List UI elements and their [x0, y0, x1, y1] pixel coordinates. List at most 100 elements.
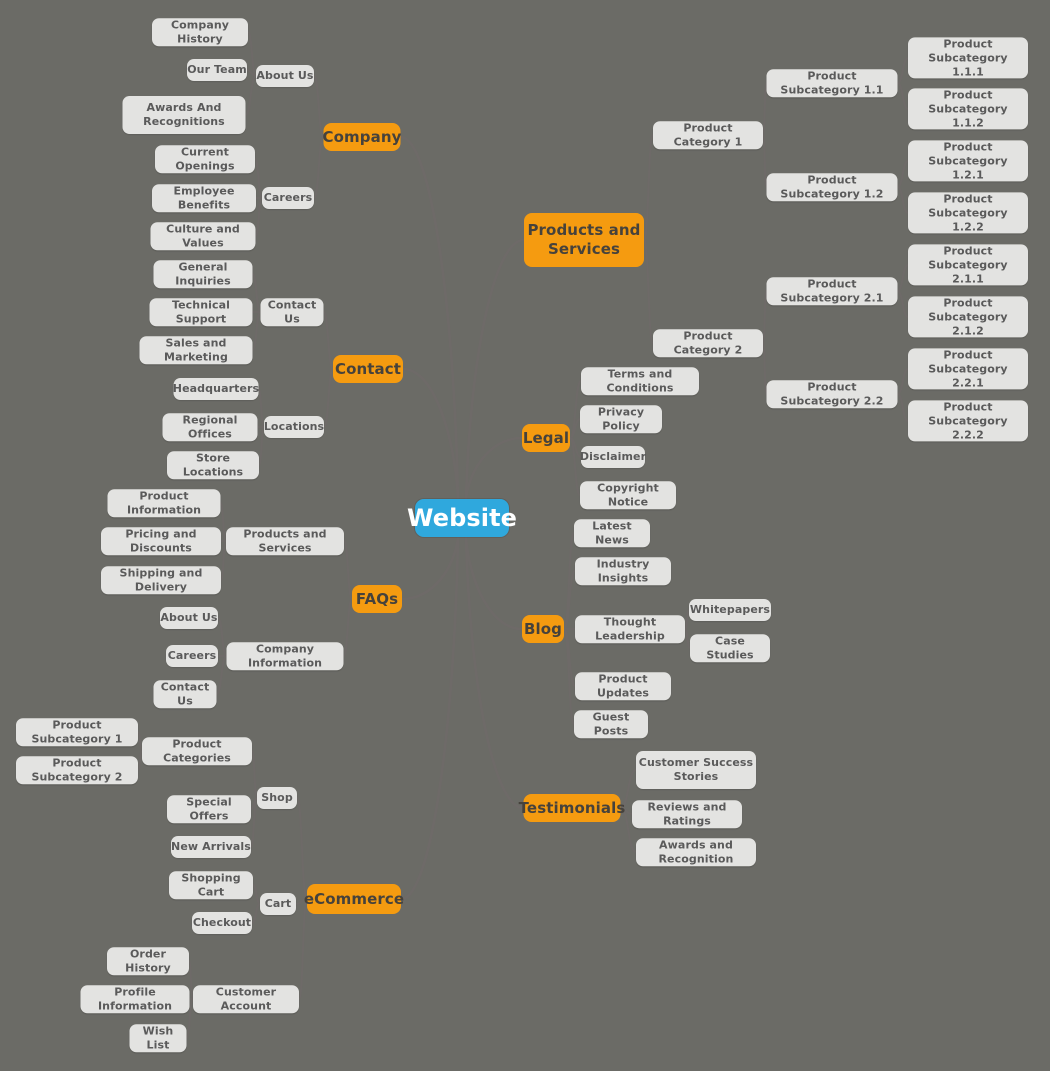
connector-cart-to-checkout — [251, 903, 261, 924]
mindmap-node-profile-information[interactable]: Profile Information — [80, 985, 190, 1013]
mindmap-node-faq-about-us[interactable]: About Us — [160, 607, 218, 629]
connector-faqs-to-faq-products-and-services — [343, 540, 353, 600]
mindmap-node-faq-products-and-services[interactable]: Products and Services — [226, 527, 344, 555]
mindmap-node-product-subcategory-2-2-1[interactable]: Product Subcategory 2.2.1 — [908, 348, 1028, 390]
mindmap-node-awards-and-recognitions[interactable]: Awards And Recognitions — [122, 96, 246, 134]
mindmap-node-shopping-cart[interactable]: Shopping Cart — [169, 871, 253, 899]
mindmap-node-employee-benefits[interactable]: Employee Benefits — [152, 184, 256, 212]
mindmap-node-whitepapers[interactable]: Whitepapers — [689, 599, 771, 621]
mindmap-node-contact[interactable]: Contact — [333, 355, 403, 383]
mindmap-node-product-subcategory-1-2-2[interactable]: Product Subcategory 1.2.2 — [908, 192, 1028, 234]
mindmap-node-latest-news[interactable]: Latest News — [574, 519, 650, 547]
mindmap-node-culture-and-values[interactable]: Culture and Values — [150, 222, 256, 250]
mindmap-node-our-team[interactable]: Our Team — [187, 59, 247, 81]
connector-contact-us-to-general-inquiries — [251, 273, 262, 313]
mindmap-node-cart[interactable]: Cart — [260, 893, 296, 915]
connector-product-subcategory-2-1-to-product-subcategory-2-1-1 — [896, 264, 909, 292]
mindmap-node-disclaimer[interactable]: Disclaimer — [580, 446, 646, 468]
mindmap-node-technical-support[interactable]: Technical Support — [149, 298, 253, 326]
mindmap-node-privacy-policy[interactable]: Privacy Policy — [580, 405, 662, 433]
mindmap-node-blog[interactable]: Blog — [522, 615, 564, 643]
connector-product-subcategory-1-2-to-product-subcategory-1-2-2 — [896, 186, 909, 214]
mindmap-node-product-subcategory-2[interactable]: Product Subcategory 2 — [16, 756, 138, 784]
mindmap-node-about-us[interactable]: About Us — [256, 65, 314, 87]
connector-contact-us-to-sales-and-marketing — [251, 311, 262, 351]
connector-cart-to-shopping-cart — [252, 884, 261, 905]
mindmap-node-ecommerce[interactable]: eCommerce — [304, 884, 404, 914]
mindmap-node-product-subcategory-1-2-1[interactable]: Product Subcategory 1.2.1 — [908, 140, 1028, 182]
mindmap-node-industry-insights[interactable]: Industry Insights — [575, 557, 671, 585]
mindmap-node-headquarters[interactable]: Headquarters — [173, 378, 259, 400]
mindmap-node-product-subcategory-2-1-1[interactable]: Product Subcategory 2.1.1 — [908, 244, 1028, 286]
mindmap-node-product-subcategory-2-2-2[interactable]: Product Subcategory 2.2.2 — [908, 400, 1028, 442]
mindmap-node-reviews-and-ratings[interactable]: Reviews and Ratings — [632, 800, 742, 828]
mindmap-node-new-arrivals[interactable]: New Arrivals — [171, 836, 251, 858]
mindmap-node-copyright-notice[interactable]: Copyright Notice — [580, 481, 676, 509]
connector-product-subcategory-1-2-to-product-subcategory-1-2-1 — [896, 160, 909, 188]
mindmap-node-testimonials[interactable]: Testimonials — [519, 794, 625, 822]
mindmap-node-current-openings[interactable]: Current Openings — [155, 145, 255, 173]
connector-root-to-company — [399, 135, 460, 501]
mindmap-canvas: Website Company About Us Company History Our… — [0, 0, 1050, 1071]
mindmap-node-faq-contact-us[interactable]: Contact Us — [153, 680, 217, 708]
mindmap-node-locations[interactable]: Locations — [264, 416, 324, 438]
connector-careers-to-culture-and-values — [254, 197, 263, 237]
mindmap-node-shipping-and-delivery[interactable]: Shipping and Delivery — [101, 566, 221, 594]
connector-blog-to-latest-news — [563, 532, 575, 630]
mindmap-node-customer-success-stories[interactable]: Customer Success Stories — [636, 751, 756, 789]
connector-company-information-to-faq-contact-us — [215, 655, 228, 695]
mindmap-node-regional-offices[interactable]: Regional Offices — [162, 413, 258, 441]
connector-shop-to-new-arrivals — [250, 797, 258, 848]
mindmap-node-products-and-services[interactable]: Products and Services — [524, 213, 644, 267]
mindmap-node-general-inquiries[interactable]: General Inquiries — [153, 260, 253, 288]
mindmap-node-product-subcategory-2-1[interactable]: Product Subcategory 2.1 — [766, 277, 898, 305]
connector-ecommerce-to-customer-account — [298, 898, 308, 1000]
mindmap-node-pricing-and-discounts[interactable]: Pricing and Discounts — [101, 527, 221, 555]
connector-root-to-ecommerce — [399, 535, 460, 901]
mindmap-node-awards-and-recognition[interactable]: Awards and Recognition — [636, 838, 756, 866]
mindmap-node-sales-and-marketing[interactable]: Sales and Marketing — [139, 336, 253, 364]
connector-blog-to-guest-posts — [563, 628, 575, 725]
connector-root-to-testimonials — [464, 535, 525, 810]
connector-root-to-legal — [464, 436, 524, 501]
mindmap-node-order-history[interactable]: Order History — [107, 947, 189, 975]
mindmap-node-faqs[interactable]: FAQs — [352, 585, 402, 613]
mindmap-node-root[interactable]: Website — [407, 499, 517, 537]
mindmap-node-thought-leadership[interactable]: Thought Leadership — [575, 615, 685, 643]
mindmap-node-product-updates[interactable]: Product Updates — [575, 672, 671, 700]
connector-root-to-products-and-services — [464, 238, 526, 501]
connector-legal-to-copyright-notice — [569, 437, 581, 496]
mindmap-node-product-categories[interactable]: Product Categories — [142, 737, 252, 765]
mindmap-node-terms-and-conditions[interactable]: Terms and Conditions — [581, 367, 699, 395]
mindmap-node-guest-posts[interactable]: Guest Posts — [574, 710, 648, 738]
mindmap-node-product-information[interactable]: Product Information — [107, 489, 221, 517]
mindmap-node-company-history[interactable]: Company History — [152, 18, 248, 46]
connector-root-to-contact — [401, 367, 460, 501]
mindmap-node-product-subcategory-1-1-2[interactable]: Product Subcategory 1.1.2 — [908, 88, 1028, 130]
mindmap-node-product-subcategory-1-1-1[interactable]: Product Subcategory 1.1.1 — [908, 37, 1028, 79]
mindmap-node-company-information[interactable]: Company Information — [226, 642, 344, 670]
mindmap-node-company[interactable]: Company — [323, 123, 401, 151]
connector-shop-to-product-categories — [251, 750, 258, 799]
connector-contact-to-contact-us — [322, 311, 334, 370]
mindmap-node-store-locations[interactable]: Store Locations — [167, 451, 259, 479]
mindmap-node-legal[interactable]: Legal — [522, 424, 570, 452]
mindmap-node-wish-list[interactable]: Wish List — [129, 1024, 187, 1052]
mindmap-node-product-category-1[interactable]: Product Category 1 — [653, 121, 763, 149]
mindmap-node-checkout[interactable]: Checkout — [192, 912, 252, 934]
mindmap-node-careers[interactable]: Careers — [262, 187, 314, 209]
mindmap-node-special-offers[interactable]: Special Offers — [167, 795, 251, 823]
mindmap-node-shop[interactable]: Shop — [257, 787, 297, 809]
mindmap-node-case-studies[interactable]: Case Studies — [690, 634, 770, 662]
mindmap-node-product-subcategory-1-2[interactable]: Product Subcategory 1.2 — [766, 173, 898, 201]
mindmap-node-product-subcategory-1[interactable]: Product Subcategory 1 — [16, 718, 138, 746]
mindmap-node-faq-careers[interactable]: Careers — [166, 645, 218, 667]
mindmap-node-product-subcategory-1-1[interactable]: Product Subcategory 1.1 — [766, 69, 898, 97]
mindmap-node-product-subcategory-2-1-2[interactable]: Product Subcategory 2.1.2 — [908, 296, 1028, 338]
mindmap-node-contact-us[interactable]: Contact Us — [260, 298, 324, 326]
mindmap-node-product-category-2[interactable]: Product Category 2 — [653, 329, 763, 357]
connector-blog-to-product-updates — [563, 628, 576, 687]
connector-faqs-to-company-information — [342, 598, 353, 657]
mindmap-node-customer-account[interactable]: Customer Account — [193, 985, 299, 1013]
mindmap-node-product-subcategory-2-2[interactable]: Product Subcategory 2.2 — [766, 380, 898, 408]
